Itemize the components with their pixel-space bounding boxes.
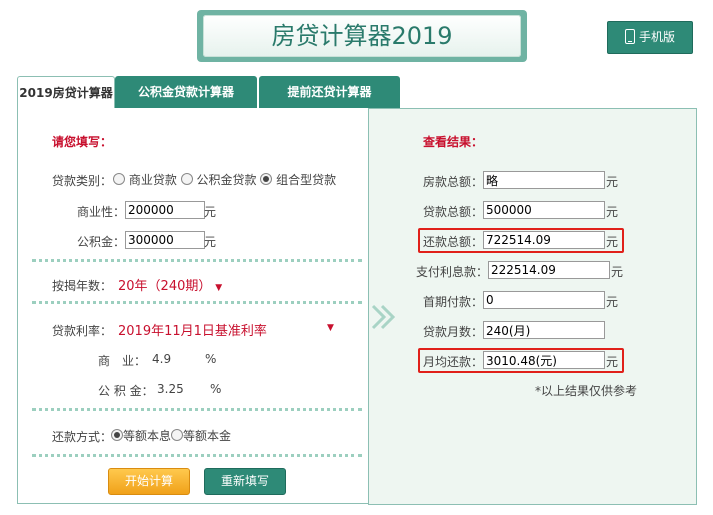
commercial-rate-unit: % — [205, 352, 217, 366]
fund-amount-unit: 元 — [204, 235, 217, 249]
tab-house-loan-calculator[interactable]: 2019房贷计算器 — [17, 76, 115, 110]
loan-total-label: 贷款总额： — [423, 205, 484, 219]
house-total-unit: 元 — [606, 175, 619, 189]
loan-type-label: 贷款类别： — [52, 174, 113, 188]
radio-commercial-loan-label[interactable]: 商业贷款 — [129, 173, 177, 187]
fund-rate-value[interactable]: 3.25 — [157, 382, 184, 396]
fund-rate-label: 公 积 金： — [98, 384, 154, 398]
radio-fund-loan-label[interactable]: 公积金贷款 — [197, 173, 257, 187]
input-section-title: 请您填写： — [52, 135, 113, 149]
repay-method-options: 等额本息 等额本金 — [111, 427, 231, 444]
reset-button[interactable]: 重新填写 — [204, 468, 286, 495]
down-payment-unit: 元 — [606, 295, 619, 309]
double-chevron-right-icon — [371, 304, 396, 330]
repay-method-label: 还款方式： — [52, 430, 113, 444]
radio-commercial-loan[interactable] — [113, 173, 125, 185]
tab-fund-loan-calculator[interactable]: 公积金贷款计算器 — [115, 76, 257, 108]
page-title: 房贷计算器2019 — [271, 22, 453, 50]
commercial-amount-label: 商业性： — [77, 205, 126, 219]
divider — [32, 259, 362, 262]
result-section-title: 查看结果： — [423, 135, 484, 149]
loan-total-unit: 元 — [606, 205, 619, 219]
months-output[interactable] — [483, 321, 605, 339]
interest-label: 支付利息款： — [416, 265, 489, 279]
divider — [32, 454, 362, 457]
repay-total-unit: 元 — [606, 235, 619, 249]
years-dropdown-arrow-icon: ▼ — [215, 283, 223, 293]
divider — [32, 301, 362, 304]
interest-output[interactable] — [488, 261, 610, 279]
divider — [32, 408, 362, 411]
commercial-amount-input[interactable] — [125, 201, 205, 219]
phone-icon — [624, 29, 635, 44]
tab-prepayment-calculator[interactable]: 提前还贷计算器 — [259, 76, 400, 108]
radio-equal-installment[interactable] — [111, 429, 123, 441]
interest-unit: 元 — [611, 265, 624, 279]
rate-dropdown-arrow-icon[interactable]: ▼ — [327, 323, 334, 333]
monthly-unit: 元 — [606, 355, 619, 369]
repay-total-output[interactable] — [483, 231, 605, 249]
down-payment-label: 首期付款： — [423, 295, 484, 309]
mobile-version-button[interactable]: 手机版 — [607, 21, 693, 54]
mobile-version-label: 手机版 — [638, 30, 675, 44]
months-label: 贷款月数： — [423, 325, 484, 339]
radio-fund-loan[interactable] — [180, 173, 193, 185]
down-payment-output[interactable] — [483, 291, 605, 309]
commercial-amount-unit: 元 — [204, 205, 217, 219]
house-total-label: 房款总额： — [423, 175, 484, 189]
monthly-output[interactable] — [483, 351, 605, 369]
rate-select-value[interactable]: 2019年11月1日基准利率 — [118, 320, 267, 339]
radio-equal-principal-label[interactable]: 等额本金 — [183, 429, 231, 443]
radio-combined-loan[interactable] — [260, 173, 273, 185]
loan-type-options: 商业贷款 公积金贷款 组合型贷款 — [113, 171, 336, 188]
monthly-label: 月均还款： — [423, 355, 484, 369]
fund-amount-input[interactable] — [125, 231, 205, 249]
commercial-rate-label: 商 业： — [98, 354, 147, 368]
years-select-value: 20年（240期） — [118, 279, 212, 294]
loan-total-output[interactable] — [483, 201, 605, 219]
fund-amount-label: 公积金： — [77, 235, 126, 249]
repay-total-label: 还款总额： — [423, 235, 484, 249]
fund-rate-unit: % — [210, 382, 222, 396]
years-label: 按揭年数： — [52, 279, 113, 293]
result-note: *以上结果仅供参考 — [535, 384, 638, 398]
start-calculate-button[interactable]: 开始计算 — [108, 468, 190, 495]
house-total-output[interactable] — [483, 171, 605, 189]
radio-combined-loan-label[interactable]: 组合型贷款 — [276, 173, 336, 187]
radio-equal-installment-label[interactable]: 等额本息 — [123, 429, 171, 443]
commercial-rate-value[interactable]: 4.9 — [152, 352, 171, 366]
years-select[interactable]: 20年（240期） ▼ — [118, 275, 222, 294]
rate-label: 贷款利率： — [52, 324, 113, 338]
radio-equal-principal[interactable] — [171, 429, 184, 441]
